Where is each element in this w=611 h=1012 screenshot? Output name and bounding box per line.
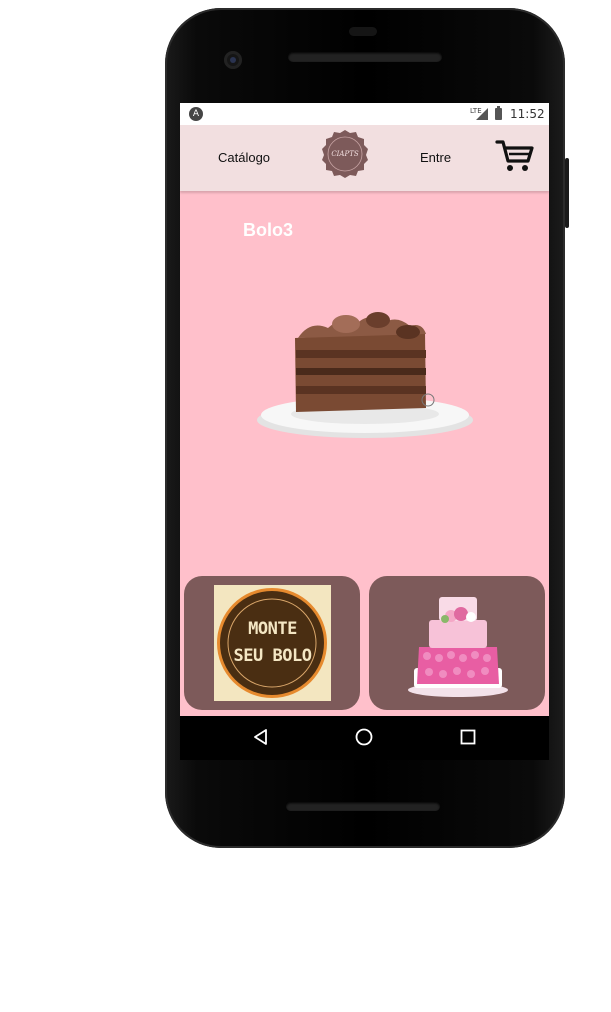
brand-logo[interactable]: CIAPTS [320, 129, 370, 179]
signal-icon [476, 108, 488, 120]
nav-catalogo-link[interactable]: Catálogo [218, 125, 270, 191]
battery-icon [495, 106, 502, 120]
phone-earpiece [349, 27, 377, 36]
status-bar: A LTE 11:52 [180, 103, 549, 125]
phone-speaker [288, 52, 442, 62]
back-triangle-icon[interactable] [252, 728, 270, 746]
nav-entre-link[interactable]: Entre [420, 125, 451, 191]
phone-bottom-speaker [286, 802, 440, 811]
product-title: Bolo3 [243, 220, 294, 240]
chocolate-cake-image [257, 312, 473, 438]
shopping-cart-icon[interactable] [495, 138, 535, 174]
status-time: 11:52 [510, 107, 545, 121]
app-header: Catálogo CIAPTS Entre [180, 125, 549, 191]
build-your-cake-card[interactable]: MONTE SEU BOLO [184, 576, 360, 710]
app-screen: A LTE 11:52 Catálogo CIAPTS Entre Bolo3 [180, 103, 549, 716]
phone-side-button [565, 158, 569, 228]
app-indicator-icon: A [189, 107, 203, 121]
android-navigation-bar [180, 716, 549, 760]
recents-square-icon[interactable] [459, 728, 477, 746]
front-camera [224, 51, 242, 69]
monte-seu-bolo-badge: MONTE SEU BOLO [214, 585, 331, 701]
home-circle-icon[interactable] [355, 728, 373, 746]
badge-line-2: SEU BOLO [233, 646, 312, 666]
badge-line-1: MONTE [248, 619, 297, 639]
pink-tiered-cake-image [408, 597, 508, 697]
decorated-cakes-card[interactable] [369, 576, 545, 710]
badge-background [217, 588, 327, 698]
logo-text: CIAPTS [331, 150, 359, 158]
